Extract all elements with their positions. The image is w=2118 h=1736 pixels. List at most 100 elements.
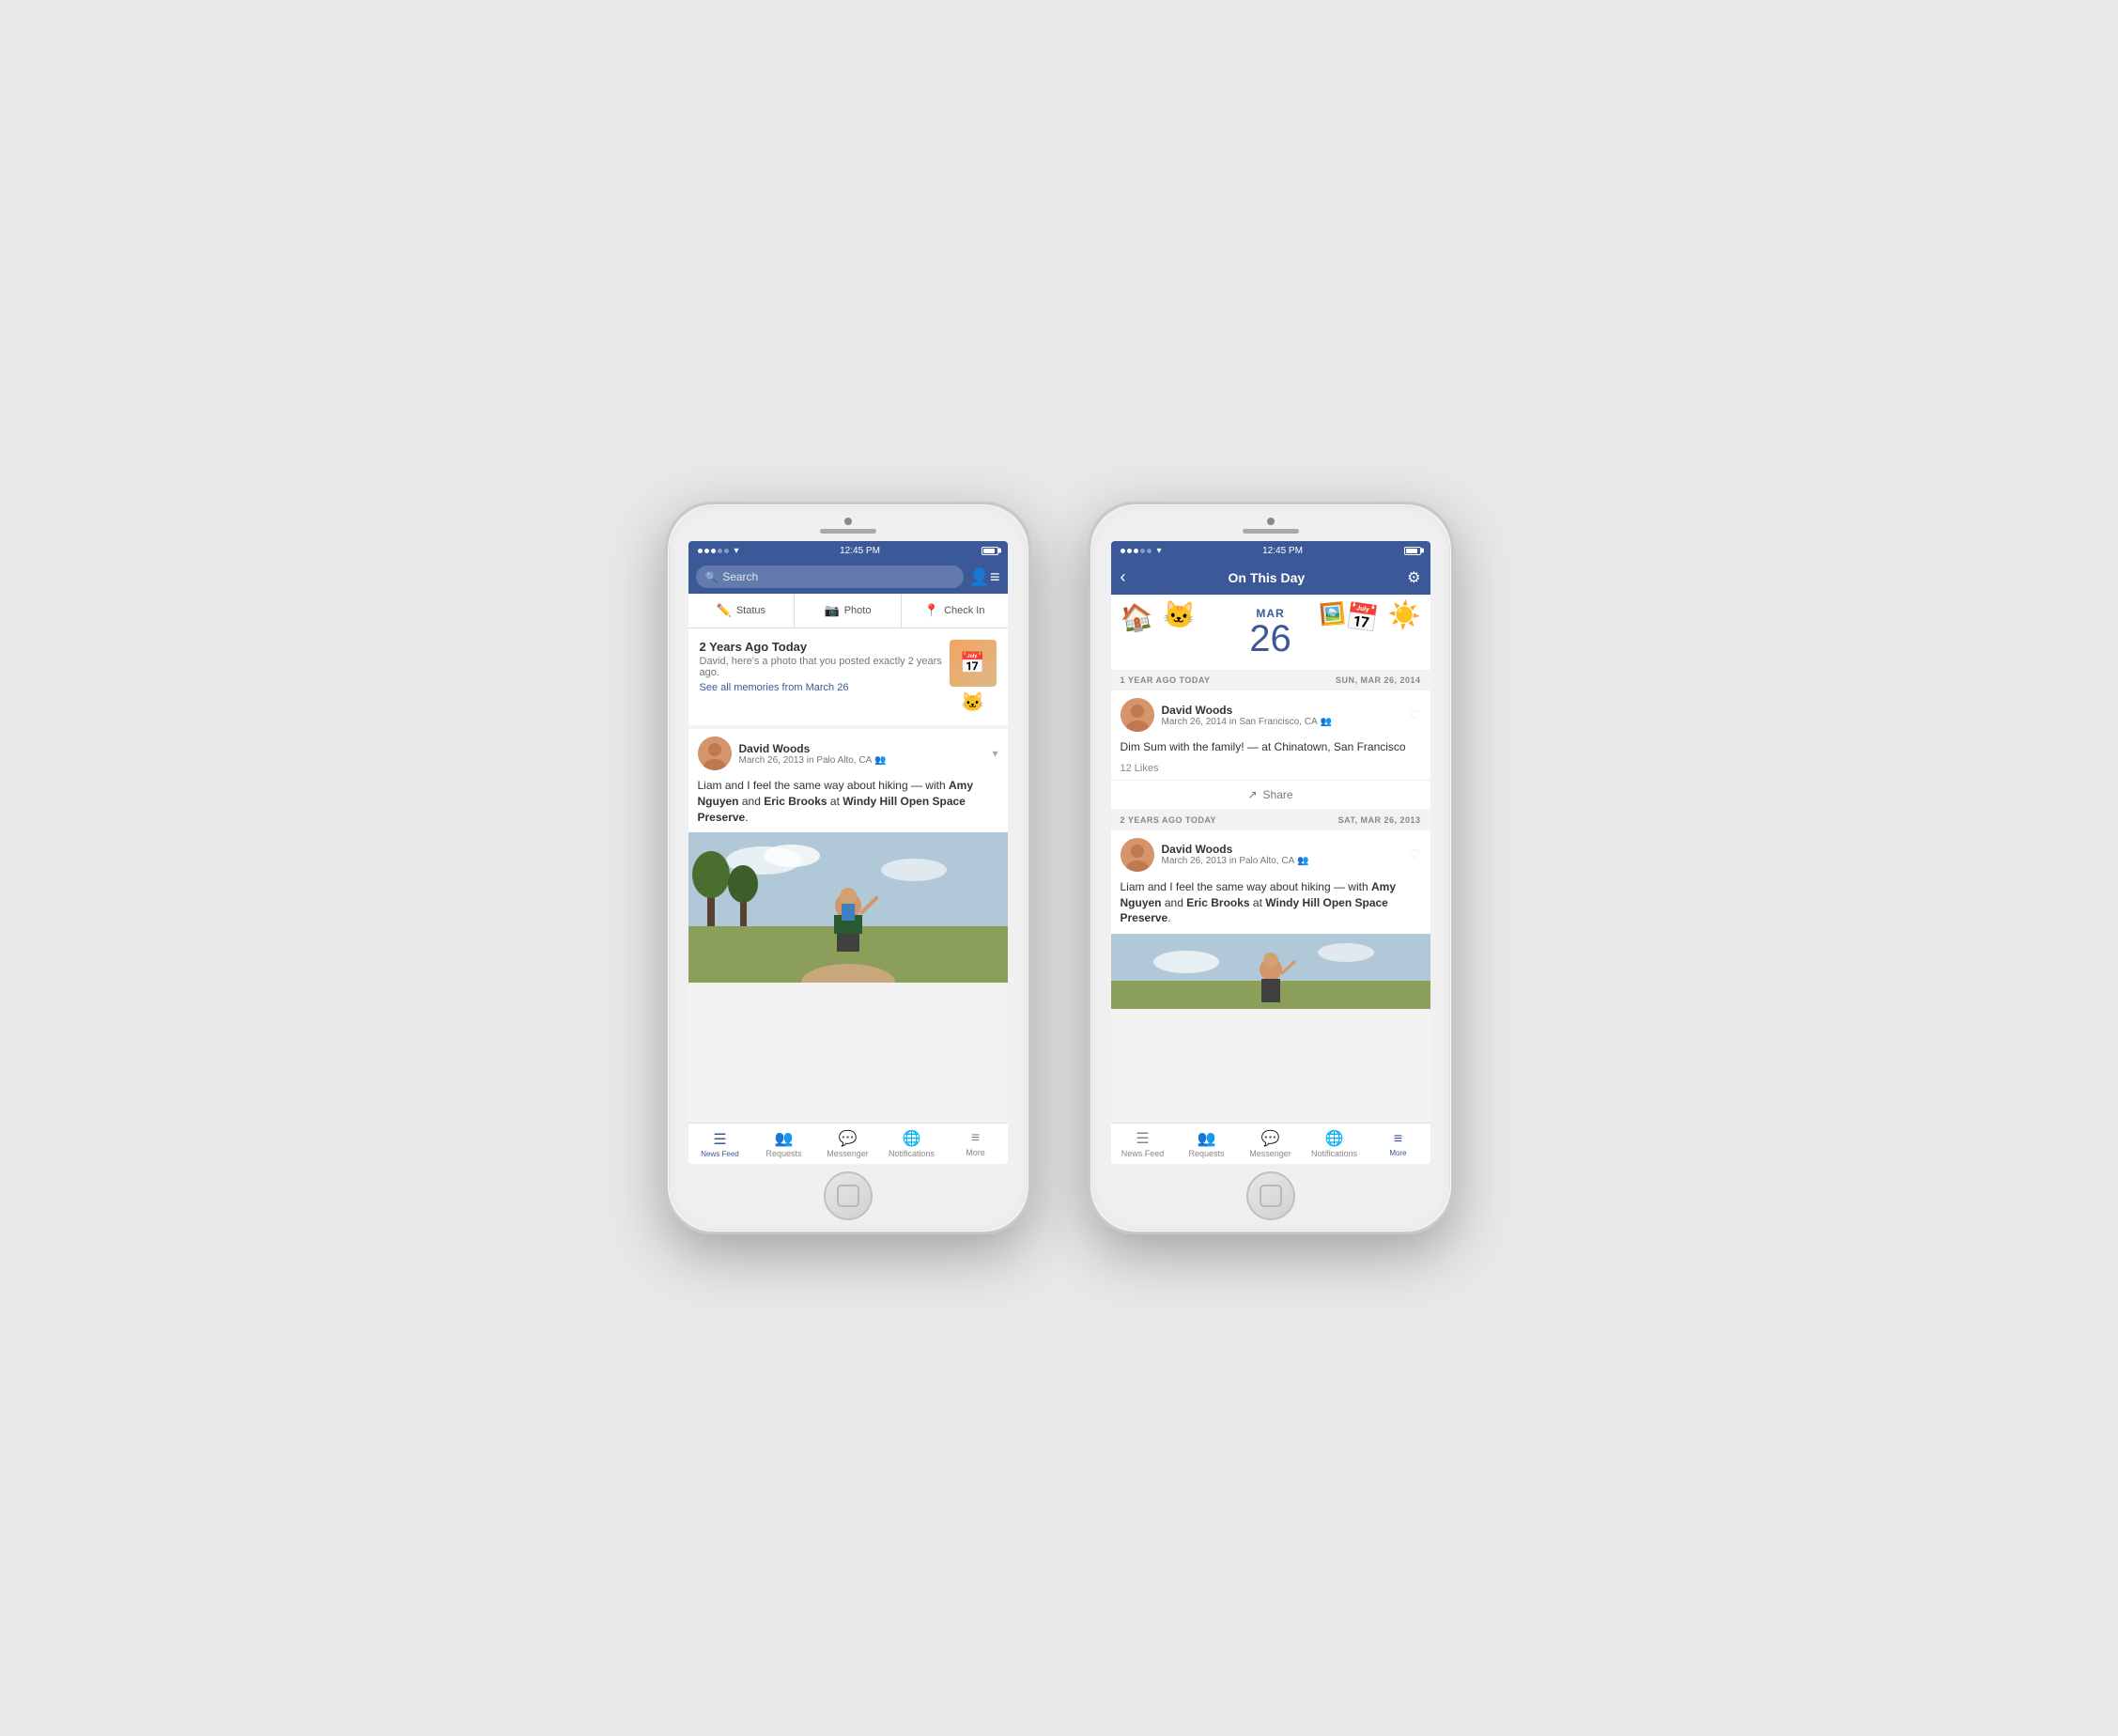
section-header-2: 2 YEARS AGO TODAY Sat, Mar 26, 2013 xyxy=(1111,810,1430,830)
home-button-1[interactable] xyxy=(824,1171,873,1220)
otd-post-body-1: Dim Sum with the family! — at Chinatown,… xyxy=(1111,739,1430,763)
photo-label: Photo xyxy=(844,605,872,616)
status-btn[interactable]: ✏️ Status xyxy=(688,594,796,628)
nav-news-feed-2[interactable]: ☰ News Feed xyxy=(1111,1124,1175,1164)
sticker-sun: ☀️ xyxy=(1386,598,1422,632)
dot1 xyxy=(698,549,703,553)
sticker-calendar2: 🖼️ xyxy=(1320,602,1345,627)
screen-1: ▾ 12:45 PM 🔍 👤≡ ✏️ Status 📷 xyxy=(688,541,1008,1164)
battery-icon xyxy=(982,547,998,555)
news-feed-icon-2: ☰ xyxy=(1136,1129,1149,1148)
post-date-1: March 26, 2013 in Palo Alto, CA 👥 xyxy=(739,755,985,766)
nav-more-label: More xyxy=(966,1148,985,1157)
memory-link[interactable]: See all memories from March 26 xyxy=(700,682,950,693)
bottom-nav-1: ☰ News Feed 👥 Requests 💬 Messenger 🌐 Not… xyxy=(688,1123,1008,1164)
post-date-2: March 26, 2014 in San Francisco, CA 👥 xyxy=(1162,717,1401,727)
nav-messenger-2[interactable]: 💬 Messenger xyxy=(1239,1124,1303,1164)
location-icon: 📍 xyxy=(924,603,939,618)
speaker xyxy=(820,529,876,534)
messenger-icon-2: 💬 xyxy=(1261,1129,1280,1148)
status-bar-2: ▾ 12:45 PM xyxy=(1111,541,1430,560)
otd-date-display: MAR 26 xyxy=(1249,607,1291,658)
speaker-2 xyxy=(1243,529,1299,534)
post-name-3: David Woods xyxy=(1162,843,1401,856)
back-button[interactable]: ‹ xyxy=(1121,567,1126,587)
phone-2: ▾ 12:45 PM ‹ On This Day ⚙ 🏠 🐱 📅 ☀️ 🖼️ xyxy=(1088,502,1454,1234)
heart-icon-1: ♡ xyxy=(1409,707,1421,723)
dot1-2 xyxy=(1121,549,1125,553)
heart-icon-2: ♡ xyxy=(1409,846,1421,862)
post-meta-1: David Woods March 26, 2013 in Palo Alto,… xyxy=(739,742,985,766)
otd-post-header-1: David Woods March 26, 2014 in San Franci… xyxy=(1111,690,1430,739)
nav-requests-2[interactable]: 👥 Requests xyxy=(1175,1124,1239,1164)
otd-post-image-1 xyxy=(1111,934,1430,1009)
avatar-3 xyxy=(1121,838,1154,872)
otd-navbar: ‹ On This Day ⚙ xyxy=(1111,560,1430,595)
checkin-btn[interactable]: 📍 Check In xyxy=(902,594,1008,628)
profile-nav-icon[interactable]: 👤≡ xyxy=(969,567,1000,587)
more-icon: ≡ xyxy=(971,1130,980,1147)
post-header-1: David Woods March 26, 2013 in Palo Alto,… xyxy=(688,729,1008,778)
memory-desc: David, here's a photo that you posted ex… xyxy=(700,656,950,678)
nav-more[interactable]: ≡ More xyxy=(944,1124,1008,1164)
checkin-label: Check In xyxy=(944,605,984,616)
post-date-3: March 26, 2013 in Palo Alto, CA 👥 xyxy=(1162,856,1401,866)
search-icon: 🔍 xyxy=(705,571,719,583)
nav-news-feed[interactable]: ☰ News Feed xyxy=(688,1124,752,1164)
pencil-icon: ✏️ xyxy=(717,603,732,618)
search-input[interactable] xyxy=(722,570,953,583)
otd-likes-1: 12 Likes xyxy=(1111,763,1430,780)
nav-more-2[interactable]: ≡ More xyxy=(1367,1124,1430,1164)
home-button-2[interactable] xyxy=(1246,1171,1295,1220)
wifi-icon: ▾ xyxy=(734,546,739,556)
otd-post-body-2: Liam and I feel the same way about hikin… xyxy=(1111,879,1430,934)
news-feed-icon: ☰ xyxy=(713,1130,726,1149)
content-area-1: 2 Years Ago Today David, here's a photo … xyxy=(688,628,1008,1123)
nav-messenger-label: Messenger xyxy=(827,1149,869,1158)
camera-icon: 📷 xyxy=(825,603,840,618)
nav-notifications[interactable]: 🌐 Notifications xyxy=(880,1124,944,1164)
section-right-2: Sat, Mar 26, 2013 xyxy=(1338,815,1421,825)
phone-1: ▾ 12:45 PM 🔍 👤≡ ✏️ Status 📷 xyxy=(665,502,1031,1234)
nav-requests[interactable]: 👥 Requests xyxy=(752,1124,816,1164)
messenger-icon: 💬 xyxy=(839,1129,858,1148)
requests-icon-2: 👥 xyxy=(1198,1129,1216,1148)
notifications-icon-2: 🌐 xyxy=(1325,1129,1344,1148)
post-card-1: David Woods March 26, 2013 in Palo Alto,… xyxy=(688,729,1008,983)
camera-2 xyxy=(1267,518,1275,525)
nav-requests-label: Requests xyxy=(765,1149,801,1158)
share-icon: ↗ xyxy=(1247,788,1257,801)
otd-post-card-2: David Woods March 26, 2013 in Palo Alto,… xyxy=(1111,830,1430,1009)
dot3-2 xyxy=(1134,549,1138,553)
section-right-1: Sun, Mar 26, 2014 xyxy=(1336,675,1421,685)
chevron-down-icon: ▾ xyxy=(992,747,997,760)
fb-navbar-1: 🔍 👤≡ xyxy=(688,560,1008,594)
dot4-2 xyxy=(1140,549,1145,553)
action-bar-1: ✏️ Status 📷 Photo 📍 Check In xyxy=(688,594,1008,628)
search-bar[interactable]: 🔍 xyxy=(696,566,964,588)
settings-icon[interactable]: ⚙ xyxy=(1407,568,1420,587)
nav-news-feed-label-2: News Feed xyxy=(1121,1149,1165,1158)
avatar-2 xyxy=(1121,698,1154,732)
requests-icon: 👥 xyxy=(775,1129,794,1148)
memory-sticker: 📅 xyxy=(950,640,997,687)
photo-btn[interactable]: 📷 Photo xyxy=(795,594,902,628)
sticker-calendar: 📅 xyxy=(1343,600,1380,636)
audience-icon: 👥 xyxy=(874,755,886,766)
share-row-1[interactable]: ↗ Share xyxy=(1111,780,1430,809)
more-icon-2: ≡ xyxy=(1394,1131,1402,1148)
dot3 xyxy=(711,549,716,553)
nav-notifications-2[interactable]: 🌐 Notifications xyxy=(1303,1124,1367,1164)
signal-dots: ▾ xyxy=(698,546,739,556)
status-label: Status xyxy=(736,605,765,616)
post-name-2: David Woods xyxy=(1162,704,1401,717)
memory-card: 2 Years Ago Today David, here's a photo … xyxy=(688,628,1008,725)
otd-page-title: On This Day xyxy=(1228,570,1305,585)
nav-messenger[interactable]: 💬 Messenger xyxy=(816,1124,880,1164)
nav-messenger-label-2: Messenger xyxy=(1249,1149,1291,1158)
status-time: 12:45 PM xyxy=(840,546,880,556)
screen-2: ▾ 12:45 PM ‹ On This Day ⚙ 🏠 🐱 📅 ☀️ 🖼️ xyxy=(1111,541,1430,1164)
post-image-1 xyxy=(688,832,1008,983)
share-label-1: Share xyxy=(1263,788,1293,801)
dot2-2 xyxy=(1127,549,1132,553)
